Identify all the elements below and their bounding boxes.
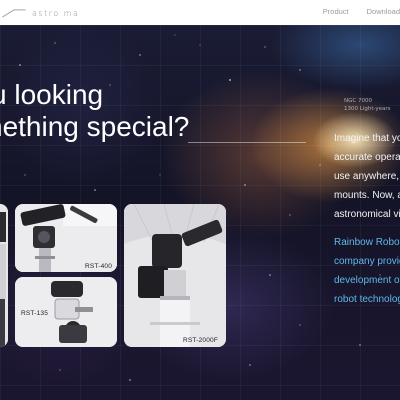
brand-logo-text: astro ma <box>32 8 80 18</box>
intro-line: mounts. Now, a <box>334 190 400 201</box>
intro-line: astronomical vi <box>334 209 400 220</box>
nav-link-download[interactable]: Download <box>367 7 400 16</box>
hero-headline: u looking nething special? <box>0 79 189 143</box>
nebula-caption: NGC 7000 1300 Light-years <box>344 97 391 113</box>
intro-paragraph: Imagine that yo accurate operati use any… <box>334 129 400 224</box>
rst-135-label: RST-135 <box>21 310 49 317</box>
main-nav: Product Download <box>323 7 400 16</box>
rst-2000f-mount-image <box>124 204 226 347</box>
telescope-mount-image <box>0 204 8 347</box>
product-card-rst-135[interactable]: RST-135 <box>15 277 117 347</box>
logo-mark-icon <box>2 8 26 17</box>
company-line: development of <box>334 275 400 286</box>
nebula-caption-name: NGC 7000 <box>344 98 372 104</box>
rst-2000f-label: RST-2000F <box>183 337 219 344</box>
headline-divider-line <box>188 142 306 143</box>
product-card-rst-400[interactable]: RST-400 <box>15 204 117 272</box>
product-card-rst-2000f[interactable]: RST-2000F <box>124 204 226 347</box>
hero-headline-line-2: nething special? <box>0 111 190 142</box>
company-line: Rainbow Roboti <box>334 237 400 248</box>
top-navigation-bar: astro ma Product Download <box>0 0 400 25</box>
nebula-caption-distance: 1300 Light-years <box>344 106 391 112</box>
company-paragraph: Rainbow Roboti company provid developmen… <box>334 233 400 309</box>
rst-400-label: RST-400 <box>85 263 113 270</box>
company-line: robot technolog <box>334 294 400 305</box>
company-line: company provid <box>334 256 400 267</box>
intro-line: Imagine that yo <box>334 133 400 144</box>
intro-line: use anywhere, a <box>334 171 400 182</box>
intro-line: accurate operati <box>334 152 400 163</box>
hero-section: u looking nething special? NGC 7000 1300… <box>0 25 400 400</box>
brand-logo[interactable]: astro ma <box>2 7 79 19</box>
product-card-partial[interactable] <box>0 204 8 347</box>
nav-link-product[interactable]: Product <box>323 7 349 16</box>
hero-headline-line-1: u looking <box>0 79 104 110</box>
rst-400-mount-image <box>15 204 117 272</box>
